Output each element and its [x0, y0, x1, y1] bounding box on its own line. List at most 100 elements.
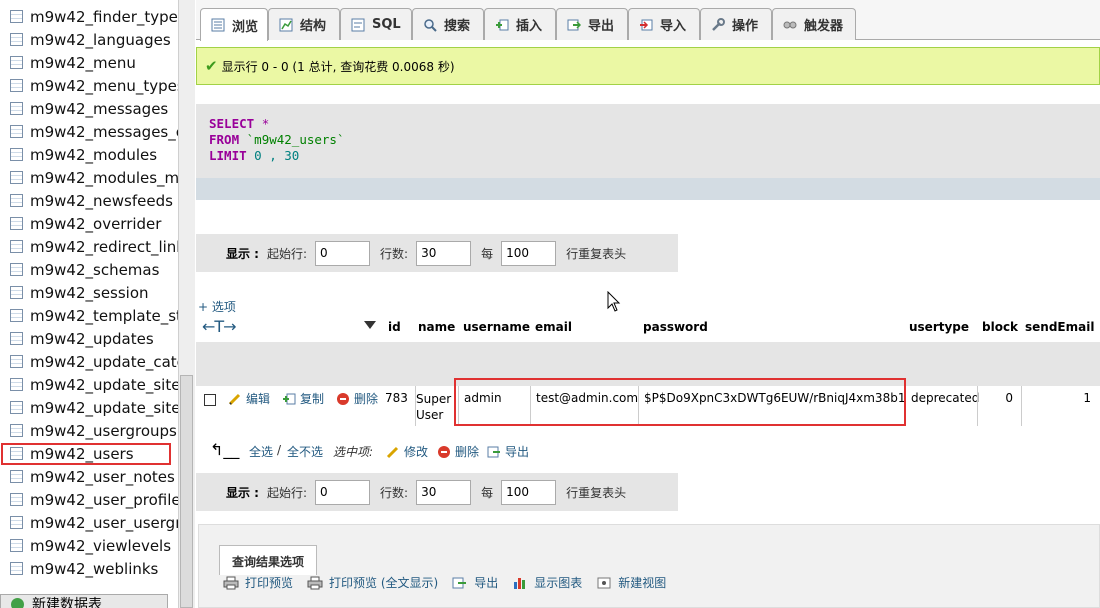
tab-sql[interactable]: SQL — [340, 8, 412, 40]
table-item[interactable]: m9w42_finder_types — [0, 5, 178, 28]
bulk-delete-link[interactable]: 删除 — [437, 443, 479, 460]
cell-block: 0 — [977, 386, 1021, 426]
table-icon — [10, 332, 23, 345]
start-row-input[interactable] — [315, 240, 371, 266]
tab-browse[interactable]: 浏览 — [200, 8, 268, 41]
table-item[interactable]: m9w42_update_categories — [0, 350, 178, 373]
table-item[interactable]: m9w42_usergroups — [0, 419, 178, 442]
tab-label: 操作 — [732, 19, 759, 34]
table-item[interactable]: m9w42_menu_types — [0, 74, 178, 97]
insert-icon — [496, 19, 509, 30]
tab-structure[interactable]: 结构 — [268, 8, 340, 40]
tab-import[interactable]: 导入 — [628, 8, 700, 40]
tab-bar: 浏览 结构 SQL 搜索 插入 导出 导入 操作 触发器 — [196, 0, 1100, 41]
sql-icon — [351, 18, 365, 31]
table-item[interactable]: m9w42_modules_menu — [0, 166, 178, 189]
table-item[interactable]: m9w42_template_styles — [0, 304, 178, 327]
arrow-up-icon: ↰__ — [210, 440, 240, 459]
table-item[interactable]: m9w42_languages — [0, 28, 178, 51]
table-item[interactable]: m9w42_update_sites — [0, 373, 178, 396]
row-checkbox[interactable] — [204, 394, 216, 406]
repeat-header-input[interactable] — [501, 479, 557, 505]
show-chart-link[interactable]: 显示图表 — [512, 574, 582, 591]
tab-label: 触发器 — [804, 19, 844, 34]
delete-row-link[interactable]: 删除 — [336, 390, 378, 407]
tab-operations[interactable]: 操作 — [700, 8, 772, 40]
sidebar-scrollbar-thumb[interactable] — [180, 375, 193, 608]
start-row-input[interactable] — [315, 479, 371, 505]
create-view-link[interactable]: 新建视图 — [596, 574, 666, 591]
rows-input[interactable] — [416, 240, 472, 266]
table-icon — [10, 10, 23, 23]
pencil-icon — [228, 393, 241, 405]
table-item[interactable]: m9w42_overrider — [0, 212, 178, 235]
table-name: m9w42_update_categories — [30, 352, 178, 371]
tab-triggers[interactable]: 触发器 — [772, 8, 856, 40]
options-link[interactable]: + 选项 — [198, 298, 236, 315]
view-icon — [597, 577, 611, 588]
deselect-all-link[interactable]: 全不选 — [287, 443, 323, 460]
table-icon — [10, 194, 23, 207]
table-item[interactable]: m9w42_schemas — [0, 258, 178, 281]
cell-sendemail: 1 — [1021, 386, 1095, 426]
select-all-link[interactable]: 全选 — [249, 443, 273, 460]
table-item[interactable]: m9w42_newsfeeds — [0, 189, 178, 212]
success-message: ✔ 显示行 0 - 0 (1 总计, 查询花费 0.0068 秒) — [196, 47, 1100, 85]
copy-row-link[interactable]: 复制 — [282, 390, 324, 407]
table-item[interactable]: m9w42_user_notes — [0, 465, 178, 488]
tab-export[interactable]: 导出 — [556, 8, 628, 40]
table-name: m9w42_finder_types — [30, 7, 178, 26]
table-item[interactable]: m9w42_weblinks — [0, 557, 178, 580]
table-item[interactable]: m9w42_redirect_links — [0, 235, 178, 258]
cell-id: 783 — [385, 391, 408, 405]
print-preview-link[interactable]: 打印预览 — [223, 574, 293, 591]
table-icon — [10, 33, 23, 46]
import-icon — [640, 19, 653, 30]
sql-query-box: SELECT * FROM `m9w42_users` LIMIT 0 , 30 — [196, 104, 1100, 178]
table-item[interactable]: m9w42_modules — [0, 143, 178, 166]
rows-input[interactable] — [416, 479, 472, 505]
column-header-password[interactable]: password — [643, 320, 708, 334]
table-item[interactable]: m9w42_user_profiles — [0, 488, 178, 511]
printer-icon — [307, 576, 323, 589]
edit-row-link[interactable]: 编辑 — [228, 390, 270, 407]
column-header-usertype[interactable]: usertype — [909, 320, 969, 334]
table-name: m9w42_update_sites_extensions — [30, 398, 178, 417]
column-header-username[interactable]: username — [463, 320, 530, 334]
table-item[interactable]: m9w42_messages_cfg — [0, 120, 178, 143]
bulk-export-link[interactable]: 导出 — [487, 443, 529, 460]
sort-dropdown-icon[interactable] — [364, 321, 376, 329]
table-item[interactable]: m9w42_updates — [0, 327, 178, 350]
column-arrows-icon[interactable]: ←T→ — [202, 317, 237, 336]
print-preview-full-label: 打印预览 (全文显示) — [329, 576, 439, 590]
export-link[interactable]: 导出 — [452, 574, 498, 591]
table-item[interactable]: m9w42_menu — [0, 51, 178, 74]
column-header-name[interactable]: name — [418, 320, 455, 334]
column-header-email[interactable]: email — [535, 320, 572, 334]
column-header-block[interactable]: block — [982, 320, 1018, 334]
bulk-edit-link[interactable]: 修改 — [386, 443, 428, 460]
table-item[interactable]: m9w42_user_usergroup_map — [0, 511, 178, 534]
column-header-id[interactable]: id — [388, 320, 401, 334]
delete-icon — [337, 392, 349, 405]
repeat-header-input[interactable] — [501, 240, 557, 266]
table-icon — [10, 493, 23, 506]
table-item[interactable]: m9w42_session — [0, 281, 178, 304]
tab-insert[interactable]: 插入 — [484, 8, 556, 40]
table-name: m9w42_messages — [30, 99, 169, 118]
table-item[interactable]: m9w42_messages — [0, 97, 178, 120]
table-name: m9w42_user_profiles — [30, 490, 178, 509]
table-item[interactable]: m9w42_viewlevels — [0, 534, 178, 557]
table-item[interactable]: m9w42_update_sites_extensions — [0, 396, 178, 419]
checkmark-icon: ✔ — [205, 57, 218, 75]
new-table-button[interactable]: 新建数据表 — [0, 594, 168, 608]
table-icon — [10, 424, 23, 437]
tab-search[interactable]: 搜索 — [412, 8, 484, 40]
column-header-sendemail[interactable]: sendEmail — [1025, 320, 1094, 334]
print-preview-full-link[interactable]: 打印预览 (全文显示) — [307, 574, 438, 591]
table-name: m9w42_update_sites — [30, 375, 178, 394]
chart-icon — [514, 577, 526, 589]
table-icon — [10, 56, 23, 69]
add-icon — [11, 597, 24, 608]
table-name: m9w42_user_usergroup_map — [30, 513, 178, 532]
